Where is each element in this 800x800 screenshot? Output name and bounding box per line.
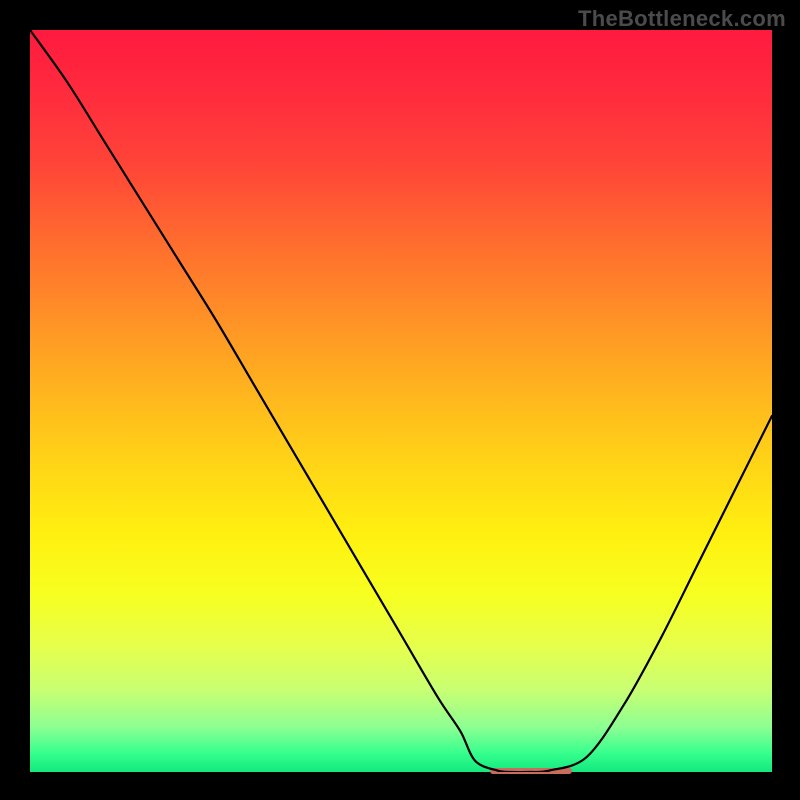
watermark-text: TheBottleneck.com — [578, 6, 786, 32]
bottleneck-curve — [30, 30, 772, 772]
plot-area — [30, 30, 772, 772]
curve-path — [30, 30, 772, 772]
plateau-marker — [490, 768, 572, 774]
chart-frame: TheBottleneck.com — [0, 0, 800, 800]
